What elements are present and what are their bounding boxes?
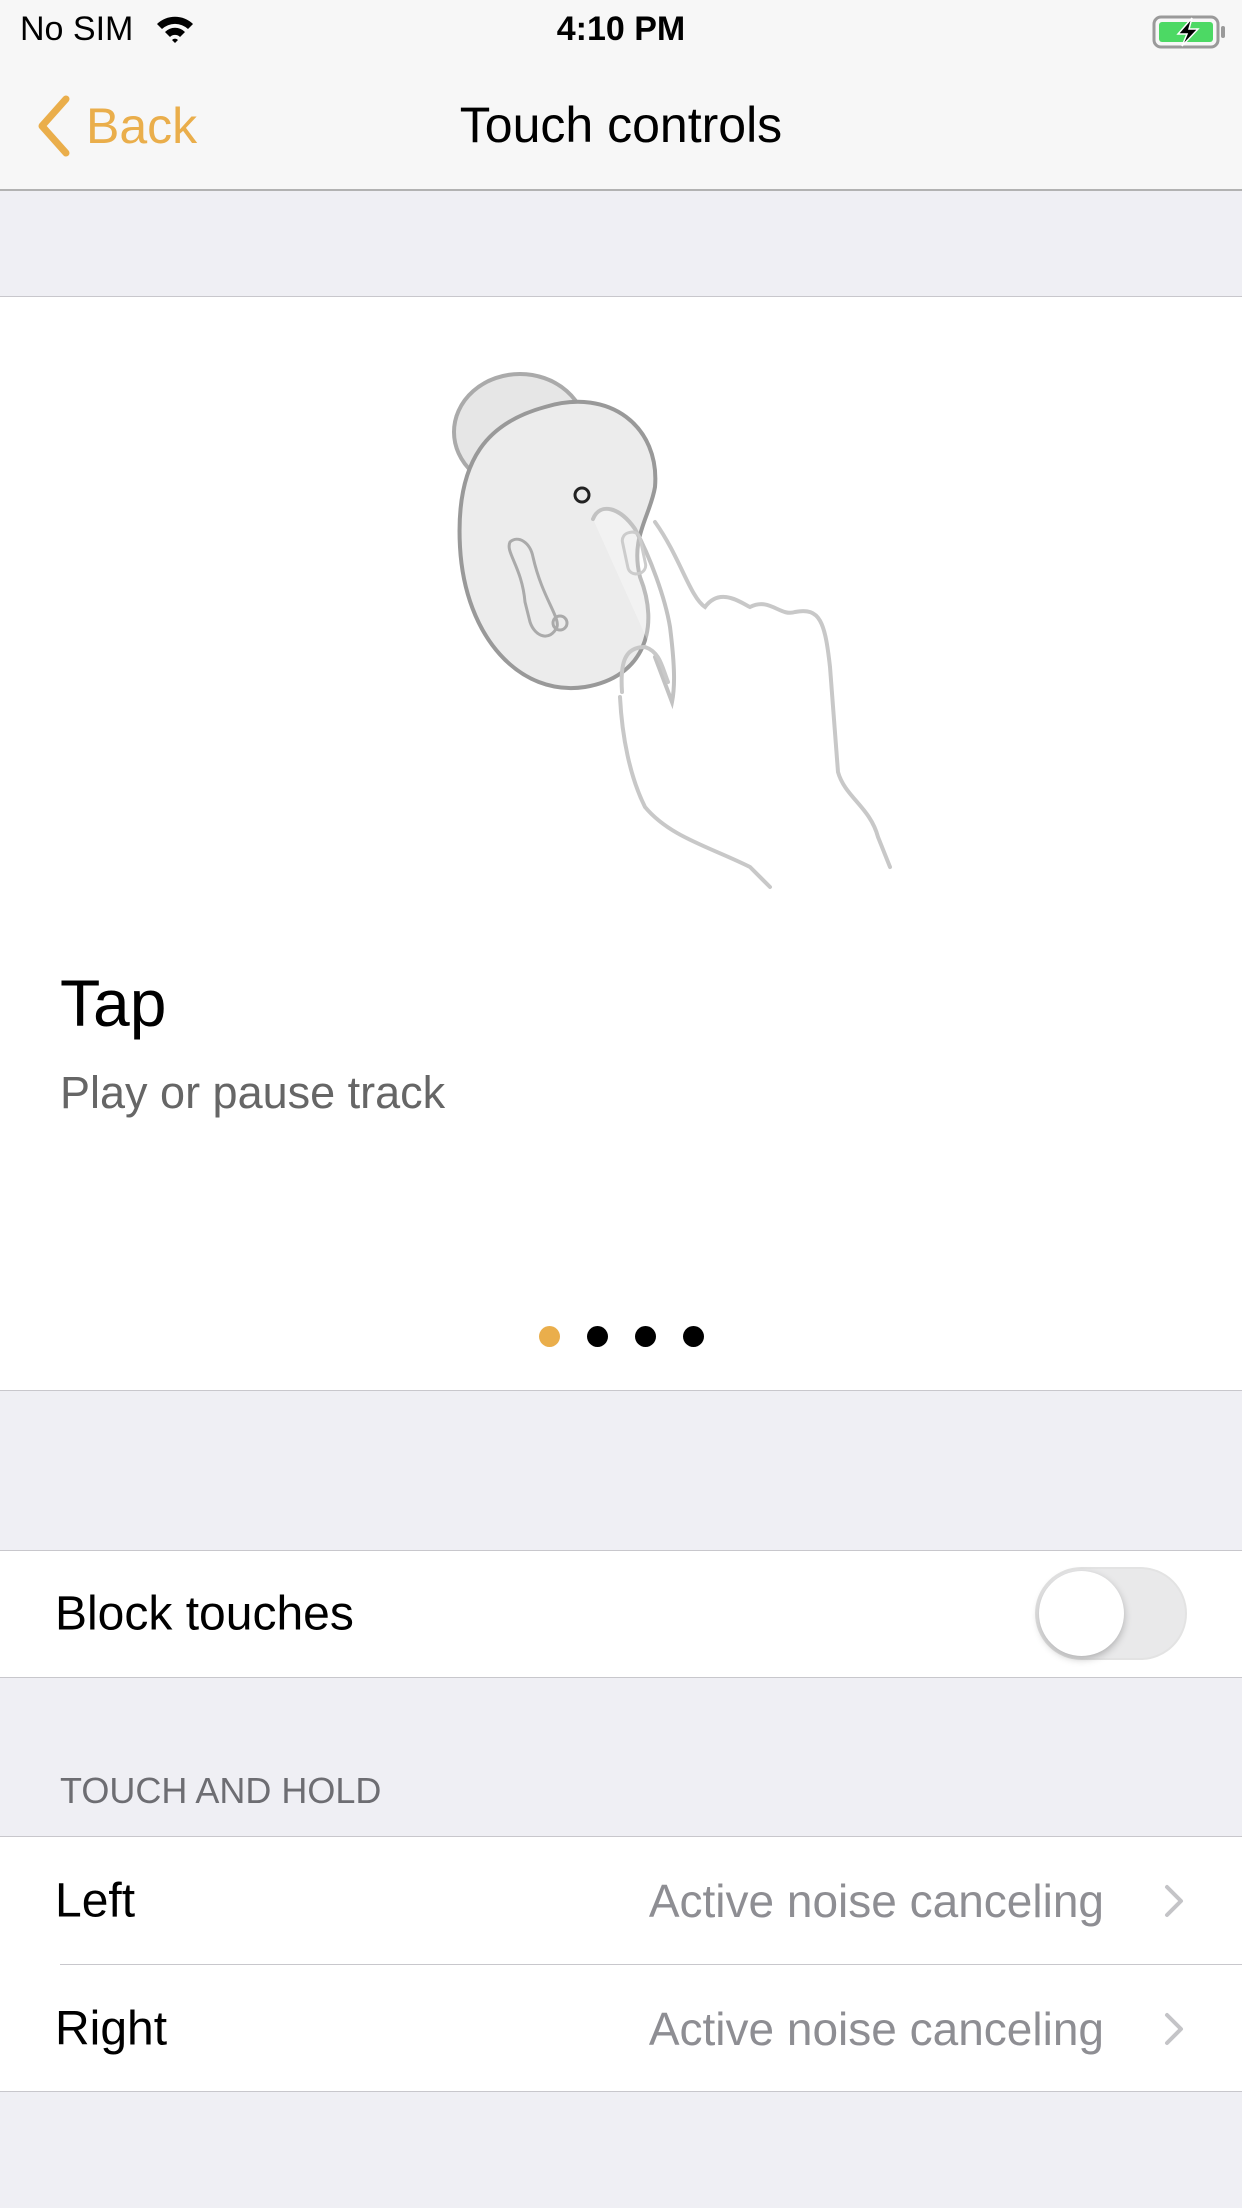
page-dot[interactable] xyxy=(683,1326,704,1347)
block-touches-label: Block touches xyxy=(55,1587,354,1641)
chevron-right-icon xyxy=(1165,1884,1183,1917)
status-time: 4:10 PM xyxy=(556,10,686,48)
chevron-right-icon xyxy=(1165,2012,1183,2045)
row-value: Active noise canceling xyxy=(648,1874,1104,1927)
toggle-knob xyxy=(1039,1571,1124,1656)
block-touches-toggle[interactable] xyxy=(1035,1567,1187,1660)
gesture-title: Tap xyxy=(60,966,167,1040)
page-dot[interactable] xyxy=(587,1326,608,1347)
page-dot[interactable] xyxy=(635,1326,656,1347)
section-header: TOUCH AND HOLD xyxy=(60,1770,382,1811)
row-label: Right xyxy=(55,2002,168,2055)
row-value: Active noise canceling xyxy=(648,2002,1104,2055)
left-row[interactable]: Left Active noise canceling xyxy=(0,1837,1242,1964)
earbud-tap-illustration xyxy=(452,372,892,889)
navigation-bar: No SIM 4:10 PM Back Touch controls xyxy=(0,0,1242,191)
gesture-description: Play or pause track xyxy=(60,1067,446,1118)
gesture-carousel[interactable]: Tap Play or pause track xyxy=(0,296,1242,1391)
page-title: Touch controls xyxy=(459,97,783,153)
touch-and-hold-group: Left Active noise canceling Right Active… xyxy=(0,1836,1242,2092)
battery-charging-icon xyxy=(1152,15,1225,49)
row-label: Left xyxy=(55,1874,136,1927)
right-row[interactable]: Right Active noise canceling xyxy=(0,1965,1242,2092)
page-dot-active[interactable] xyxy=(539,1326,560,1347)
block-touches-row: Block touches xyxy=(0,1550,1242,1678)
